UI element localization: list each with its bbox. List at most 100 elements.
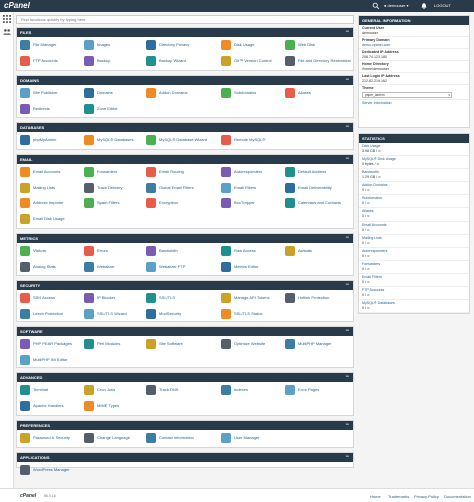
footer-link-documentation[interactable]: Documentation [444,494,471,499]
search-icon[interactable] [372,2,380,10]
panel-title: FILES [20,30,32,35]
cron-jobs-icon [84,385,94,395]
stat-value: 0 / ∞ [362,293,370,298]
user-menu[interactable]: ● demouser ▾ [384,3,408,8]
panel-title: DATABASES [20,125,45,130]
footer-logo: cPanel [20,493,37,499]
hotlink-protection-icon [285,293,295,303]
file-manager-icon [20,40,30,50]
tool-label: Password & Security [33,435,70,440]
tool-label: Site Software [159,341,183,346]
password-security-icon [20,433,30,443]
general-info-box: GENERAL INFORMATION Current User demouser… [358,15,470,128]
forwarders-icon [84,167,94,177]
statistics-title: STATISTICS [359,134,469,143]
ip-blocker-icon [84,293,94,303]
collapse-icon[interactable]: − [345,234,349,242]
stat-value: 0 bytes / ∞ [362,162,380,167]
panel-header[interactable]: SECURITY − [17,281,353,290]
collapse-icon[interactable]: − [345,327,349,335]
email-disk-usage-icon [20,213,30,224]
server-info-link[interactable]: Server Information [362,101,466,106]
stat-row: Aliases 0 / ∞ [359,208,469,222]
file-and-directory-restoration-icon [285,55,295,66]
collapse-icon[interactable]: − [345,155,349,163]
domains-icon [84,88,94,98]
awstats-icon [285,246,295,256]
optimize-website-icon [221,339,231,349]
subdomains-icon [221,88,231,98]
tool-label: Email Accounts [33,169,61,174]
panel-header[interactable]: DATABASES − [17,123,353,132]
tool-label: Backup [97,57,111,63]
change-language-icon [84,433,94,443]
mailing-lists-icon [20,182,30,193]
stat-row: Bandwidth 1.29 GB / ∞ [359,169,469,183]
stat-row: MySQL® Disk Usage 0 bytes / ∞ [359,156,469,170]
footer-link-trademarks[interactable]: Trademarks [388,494,409,499]
collapse-icon[interactable]: − [345,453,349,461]
footer-link-home[interactable]: Home [370,494,381,499]
tool-label: Git™ Version Control [234,57,272,63]
panel-header[interactable]: FILES − [17,28,353,37]
cpanel-logo[interactable]: cPanel [4,1,30,10]
collapse-icon[interactable]: − [345,28,349,36]
stat-value: 0 / ∞ [362,188,370,193]
tool-label: Mailing Lists [33,184,56,190]
collapse-icon[interactable]: − [345,281,349,289]
tool-label: Errors [97,248,108,253]
panel-domains: DOMAINS − Site Publisher Domains Addon Domai… [16,75,354,118]
tool-label: Disk Usage [234,42,255,47]
primary-domain-value[interactable]: demo.cpanel.com [362,43,466,48]
panel-header[interactable]: METRICS − [17,234,353,243]
panel-title: DOMAINS [20,78,39,83]
user-manager-icon [221,433,231,443]
tool-label: Address Importer [33,200,64,205]
stat-row: Disk Usage 3.98 GB / ∞ [359,143,469,157]
global-email-filters-icon [146,182,156,193]
email-routing-icon [146,167,156,177]
stat-value: 0 / ∞ [362,306,370,311]
wordpress-manager-icon [20,465,30,475]
theme-label: Theme [362,86,374,90]
search-input[interactable] [16,15,354,24]
panel-applications: APPLICATIONS − WordPress Manager [16,452,354,475]
ip-value: 208.74.123.180 [362,54,387,59]
tool-label: Manage API Tokens [234,295,270,300]
chevron-down-icon: ▾ [448,92,450,97]
web-disk-icon [285,40,295,50]
footer: cPanel 86.0.16 Home Trademarks Privacy P… [0,488,474,502]
address-importer-icon [20,198,30,208]
stat-row: Forwarders 0 / ∞ [359,261,469,274]
panel-header[interactable]: EMAIL − [17,155,353,164]
users-icon[interactable] [3,28,11,36]
collapse-icon[interactable]: − [345,373,349,381]
tool-label: Directory Privacy [159,42,190,47]
bell-icon[interactable] [420,2,428,10]
panel-header[interactable]: SOFTWARE − [17,327,353,336]
tool-label: Metrics Editor [234,263,259,269]
panel-header[interactable]: PREFERENCES − [17,421,353,430]
tool-label: WordPress Manager [33,467,70,472]
leech-protection-icon [20,308,30,319]
tool-label: BoxTrapper [234,200,255,205]
panel-software: SOFTWARE − PHP PEAR Packages Perl Modules Si… [16,326,354,368]
grid-icon[interactable] [3,15,11,23]
collapse-icon[interactable]: − [345,421,349,429]
theme-select[interactable]: paper_lantern ▾ [362,91,452,98]
panel-header[interactable]: ADVANCED − [17,373,353,382]
tool-label: phpMyAdmin [33,137,57,142]
collapse-icon[interactable]: − [345,123,349,131]
logout-link[interactable]: LOGOUT [434,3,451,8]
user-name: demouser [387,3,406,8]
stat-row: Subdomains 0 / ∞ [359,195,469,209]
collapse-icon[interactable]: − [345,76,349,84]
footer-link-privacy[interactable]: Privacy Policy [414,494,439,499]
tool-label: Cron Jobs [97,387,116,392]
tool-label: Backup Wizard [159,57,186,63]
site-software-icon [146,339,156,349]
tool-label: Zone Editor [97,105,118,111]
email-deliverability-icon [285,182,295,193]
panel-header[interactable]: APPLICATIONS − [17,453,353,462]
panel-header[interactable]: DOMAINS − [17,76,353,85]
